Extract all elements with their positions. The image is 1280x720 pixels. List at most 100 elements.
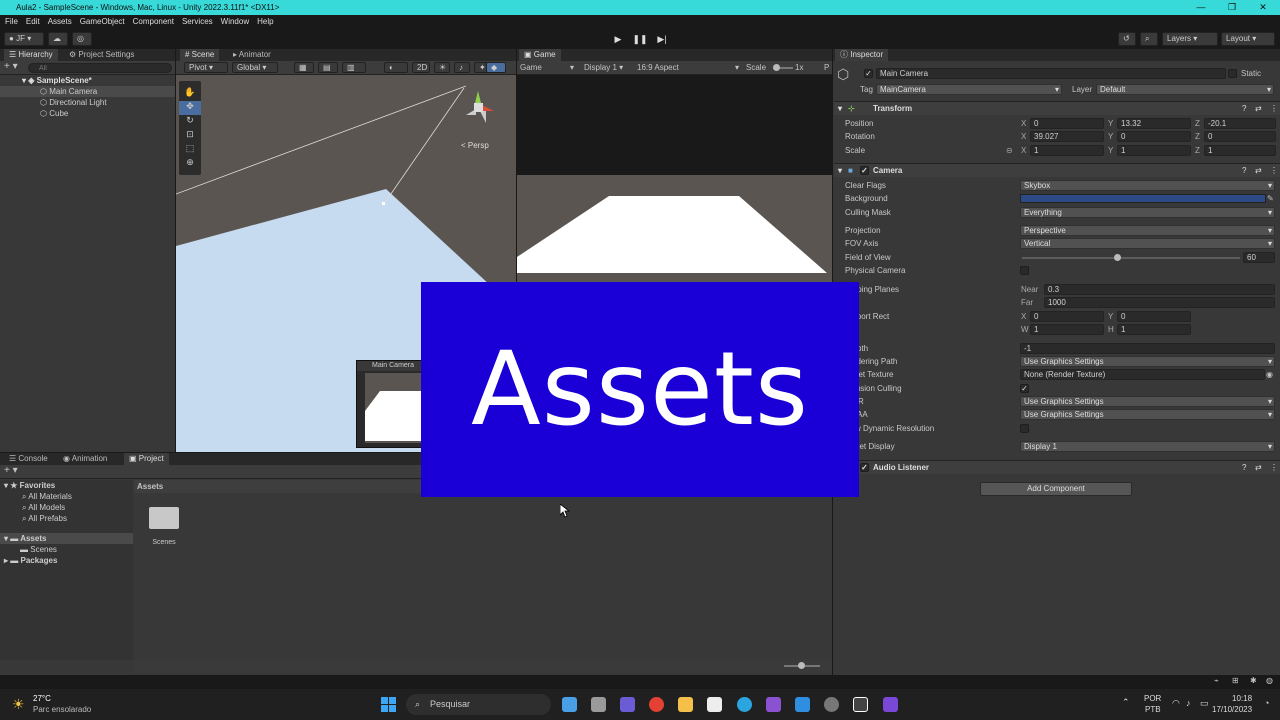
visual-studio-icon[interactable] bbox=[766, 697, 781, 712]
increment-button[interactable]: ▥ bbox=[342, 62, 366, 73]
volume-icon[interactable]: ♪ bbox=[1186, 698, 1191, 708]
packages-folder-item[interactable]: ▸ ▬ Packages bbox=[4, 555, 57, 566]
taskbar-search-box[interactable]: ⌕ Pesquisar bbox=[406, 694, 551, 715]
clock-time[interactable]: 10:18 bbox=[1232, 694, 1252, 703]
scene-root[interactable]: ▾ ◈ SampleScene* bbox=[22, 75, 92, 86]
camera-enabled-checkbox[interactable]: ✓ bbox=[860, 166, 869, 175]
tab-project[interactable]: ▣ Project bbox=[124, 453, 169, 465]
hierarchy-search-input[interactable] bbox=[28, 63, 172, 73]
unity-hub-icon[interactable] bbox=[883, 697, 898, 712]
battery-icon[interactable]: ▭ bbox=[1200, 698, 1209, 709]
tray-chevron-icon[interactable]: ⌃ bbox=[1122, 697, 1130, 708]
transform-header[interactable]: ▾ ⊹ Transform ? ⇄ ⋮ bbox=[834, 101, 1280, 115]
history-button[interactable]: ↺ bbox=[1118, 32, 1136, 46]
move-tool-icon[interactable]: ✥ bbox=[179, 101, 201, 115]
hierarchy-item-main-camera[interactable]: ⬡ Main Camera bbox=[0, 86, 175, 97]
rendering-path-dropdown[interactable]: Use Graphics Settings bbox=[1020, 356, 1275, 367]
rotate-tool-icon[interactable]: ↻ bbox=[179, 115, 201, 129]
position-z-field[interactable]: -20.1 bbox=[1204, 118, 1276, 129]
help-icon[interactable]: ? bbox=[1242, 461, 1246, 475]
collab-button[interactable]: ◎ bbox=[72, 32, 92, 46]
account-button[interactable]: ● JF ▾ bbox=[4, 32, 44, 46]
persp-label[interactable]: < Persp bbox=[461, 141, 489, 150]
skype-icon[interactable] bbox=[737, 697, 752, 712]
debug-icon[interactable]: ✱ bbox=[1250, 676, 1257, 685]
rotation-y-field[interactable]: 0 bbox=[1117, 131, 1191, 142]
camera-header[interactable]: ▾ ■ ✓ Camera ? ⇄ ⋮ bbox=[834, 163, 1280, 177]
physical-camera-checkbox[interactable] bbox=[1020, 266, 1029, 275]
icon-size-slider[interactable] bbox=[784, 662, 820, 669]
favorite-all-models[interactable]: ⌕ All Models bbox=[22, 502, 65, 513]
audio-listener-enabled-checkbox[interactable]: ✓ bbox=[860, 463, 869, 472]
favorite-all-materials[interactable]: ⌕ All Materials bbox=[22, 491, 72, 502]
active-checkbox[interactable]: ✓ bbox=[864, 69, 873, 78]
clock-date[interactable]: 17/10/2023 bbox=[1212, 705, 1252, 714]
shading-button[interactable]: ◐ bbox=[384, 62, 408, 73]
menu-component[interactable]: Component bbox=[133, 15, 174, 29]
object-name-field[interactable]: Main Camera bbox=[876, 68, 1226, 79]
help-icon[interactable]: ? bbox=[1242, 164, 1246, 178]
layer-dropdown[interactable]: Default bbox=[1096, 84, 1274, 95]
background-color-swatch[interactable] bbox=[1020, 194, 1266, 203]
dynamic-resolution-checkbox[interactable] bbox=[1020, 424, 1029, 433]
link-icon[interactable]: ⊝ bbox=[1006, 145, 1013, 157]
static-checkbox[interactable] bbox=[1228, 69, 1237, 78]
search-button[interactable]: ⌕ bbox=[1140, 32, 1158, 46]
near-field[interactable]: 0.3 bbox=[1044, 284, 1275, 295]
frustum-handle[interactable] bbox=[382, 202, 385, 205]
assets-folder-item[interactable]: ▾ ▬ Assets bbox=[0, 533, 133, 544]
task-view-icon[interactable] bbox=[591, 697, 606, 712]
add-component-button[interactable]: Add Component bbox=[980, 482, 1132, 496]
add-icon[interactable]: + ▾ bbox=[4, 465, 18, 477]
scenes-folder-item[interactable]: ▬ Scenes bbox=[20, 544, 57, 555]
favorite-all-prefabs[interactable]: ⌕ All Prefabs bbox=[22, 513, 67, 524]
menu-file[interactable]: File bbox=[5, 15, 18, 29]
tab-hierarchy[interactable]: ☰ Hierarchy bbox=[4, 49, 58, 61]
fov-slider[interactable] bbox=[1022, 254, 1240, 261]
rect-tool-icon[interactable]: ⬚ bbox=[179, 143, 201, 157]
fov-slider-knob[interactable] bbox=[1113, 254, 1121, 261]
hdr-dropdown[interactable]: Use Graphics Settings bbox=[1020, 396, 1275, 407]
hand-tool-icon[interactable]: ✋ bbox=[179, 87, 201, 101]
pivot-dropdown[interactable]: Pivot ▾ bbox=[184, 62, 228, 73]
windows-start-icon[interactable] bbox=[381, 697, 397, 713]
rotation-x-field[interactable]: 39.027 bbox=[1030, 131, 1104, 142]
gizmos-button[interactable]: ◆ bbox=[486, 62, 506, 73]
presets-icon[interactable]: ⇄ bbox=[1255, 102, 1262, 116]
notes-icon[interactable] bbox=[707, 697, 722, 712]
menu-assets[interactable]: Assets bbox=[48, 15, 72, 29]
chrome-icon[interactable] bbox=[649, 697, 664, 712]
global-dropdown[interactable]: Global ▾ bbox=[232, 62, 278, 73]
kebab-menu-icon[interactable]: ⋮ bbox=[1270, 461, 1278, 475]
depth-field[interactable]: -1 bbox=[1020, 343, 1275, 354]
viewport-h-field[interactable]: 1 bbox=[1117, 324, 1191, 335]
copilot-icon[interactable] bbox=[562, 697, 577, 712]
vscode-icon[interactable] bbox=[795, 697, 810, 712]
projection-dropdown[interactable]: Perspective bbox=[1020, 225, 1275, 236]
tab-console[interactable]: ☰ Console bbox=[4, 453, 53, 465]
kebab-menu-icon[interactable]: ⋮ bbox=[1270, 164, 1278, 178]
grid-button[interactable]: ▦ bbox=[294, 62, 314, 73]
scale-slider[interactable] bbox=[773, 64, 793, 71]
add-icon[interactable]: + ▾ bbox=[4, 61, 18, 73]
scale-z-field[interactable]: 1 bbox=[1204, 145, 1276, 156]
position-y-field[interactable]: 13.32 bbox=[1117, 118, 1191, 129]
minimize-button[interactable]: — bbox=[1186, 0, 1216, 15]
scale-y-field[interactable]: 1 bbox=[1117, 145, 1191, 156]
help-icon[interactable]: ? bbox=[1242, 102, 1246, 116]
kebab-menu-icon[interactable]: ⋮ bbox=[1270, 102, 1278, 116]
scale-x-field[interactable]: 1 bbox=[1030, 145, 1104, 156]
tab-inspector[interactable]: ⓘ Inspector bbox=[835, 49, 889, 61]
cloud-button[interactable]: ☁ bbox=[48, 32, 68, 46]
msaa-dropdown[interactable]: Use Graphics Settings bbox=[1020, 409, 1275, 420]
bake-icon[interactable]: ◍ bbox=[1266, 676, 1273, 685]
2d-button[interactable]: 2D bbox=[412, 62, 430, 73]
culling-mask-dropdown[interactable]: Everything bbox=[1020, 207, 1275, 218]
teams-icon[interactable] bbox=[620, 697, 635, 712]
menu-gameobject[interactable]: GameObject bbox=[80, 15, 125, 29]
notification-bell-icon[interactable]: ◔ bbox=[1264, 698, 1269, 708]
hierarchy-item-directional-light[interactable]: ⬡ Directional Light bbox=[40, 97, 107, 108]
progress-icon[interactable]: ⌁ bbox=[1214, 676, 1219, 685]
menu-window[interactable]: Window bbox=[221, 15, 249, 29]
fov-axis-dropdown[interactable]: Vertical bbox=[1020, 238, 1275, 249]
